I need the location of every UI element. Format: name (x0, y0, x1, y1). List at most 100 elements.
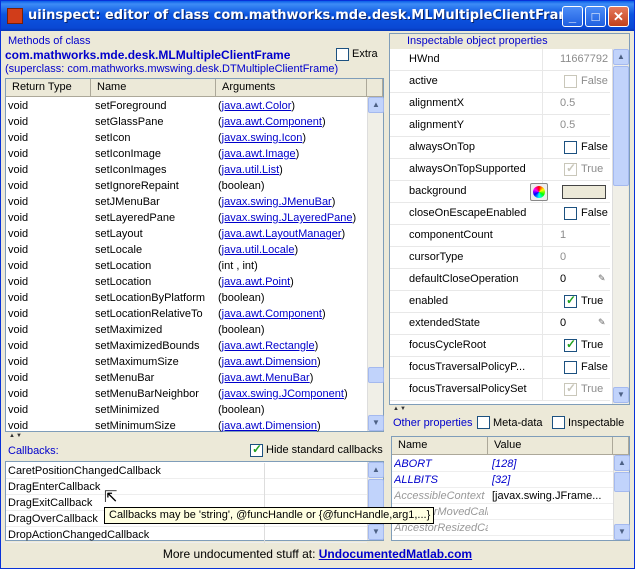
method-row[interactable]: void setMaximumSize (java.awt.Dimension) (6, 354, 367, 370)
col-return-type[interactable]: Return Type (6, 79, 91, 97)
other-prop-row[interactable]: ALLBITS [32] (392, 472, 613, 488)
other-scroll-down-button[interactable]: ▼ (614, 524, 630, 540)
splitter-arrows-icon[interactable]: ▲▼ (9, 433, 23, 439)
method-row[interactable]: void setLocale (java.util.Locale) (6, 242, 367, 258)
arg-type-link[interactable]: java.awt.Color (222, 100, 292, 112)
method-row[interactable]: void setForeground (java.awt.Color) (6, 98, 367, 114)
prop-row-background[interactable]: background (390, 181, 610, 203)
scroll-down-button[interactable]: ▼ (368, 415, 384, 431)
prop-row-focusCycleRoot[interactable]: focusCycleRoot True (390, 335, 610, 357)
method-row[interactable]: void setMinimized (boolean) (6, 402, 367, 418)
other-scroll-thumb[interactable] (614, 472, 630, 492)
method-row[interactable]: void setMenuBarNeighbor (javax.swing.JComp… (6, 386, 367, 402)
prop-checkbox[interactable] (564, 207, 577, 220)
method-row[interactable]: void setLocation (java.awt.Point) (6, 274, 367, 290)
method-row[interactable]: void setLocationRelativeTo (java.awt.Compo… (6, 306, 367, 322)
prop-row-enabled[interactable]: enabled True (390, 291, 610, 313)
arg-type-link[interactable]: java.awt.Dimension (222, 356, 317, 368)
method-row[interactable]: void setIconImage (java.awt.Image) (6, 146, 367, 162)
other-prop-row[interactable]: ABORT [128] (392, 456, 613, 472)
prop-row-alwaysOnTopSupported[interactable]: alwaysOnTopSupported True (390, 159, 610, 181)
callback-value-cell[interactable] (264, 463, 367, 479)
scroll-up-button[interactable]: ▲ (368, 97, 384, 113)
prop-checkbox[interactable] (564, 293, 577, 308)
prop-value[interactable]: 0 (560, 317, 566, 329)
props-scroll-down-button[interactable]: ▼ (613, 387, 629, 403)
prop-row-HWnd[interactable]: HWnd 11667792 (390, 49, 610, 71)
prop-row-focusTraversalPolicySet[interactable]: focusTraversalPolicySet True (390, 379, 610, 401)
callback-value-cell[interactable] (264, 479, 367, 495)
callback-row[interactable]: DragEnterCallback (6, 479, 367, 495)
maximize-button[interactable]: □ (585, 6, 606, 27)
edit-pencil-icon[interactable]: ✎ (598, 317, 606, 328)
other-scroll-up-button[interactable]: ▲ (614, 455, 630, 471)
extra-checkbox[interactable] (336, 48, 349, 61)
method-row[interactable]: void setIcon (javax.swing.Icon) (6, 130, 367, 146)
other-prop-row[interactable]: AccessibleContext [javax.swing.JFrame... (392, 488, 613, 504)
prop-row-alignmentY[interactable]: alignmentY 0.5 (390, 115, 610, 137)
arg-type-link[interactable]: javax.swing.JLayeredPane (222, 212, 353, 224)
prop-row-extendedState[interactable]: extendedState 0 ✎ (390, 313, 610, 335)
arg-type-link[interactable]: java.awt.MenuBar (222, 372, 310, 384)
prop-value[interactable]: 0 (560, 273, 566, 285)
method-row[interactable]: void setIconImages (java.util.List) (6, 162, 367, 178)
arg-type-link[interactable]: java.awt.LayoutManager (222, 228, 342, 240)
method-row[interactable]: void setMinimumSize (java.awt.Dimension) (6, 418, 367, 434)
cb-scroll-thumb[interactable] (368, 479, 384, 509)
method-row[interactable]: void setGlassPane (java.awt.Component) (6, 114, 367, 130)
method-row[interactable]: void setJMenuBar (javax.swing.JMenuBar) (6, 194, 367, 210)
arg-type-link[interactable]: java.awt.Component (222, 116, 322, 128)
color-swatch[interactable] (562, 185, 606, 199)
scroll-thumb[interactable] (368, 367, 384, 383)
hide-standard-callbacks-checkbox[interactable] (250, 442, 263, 457)
prop-row-focusTraversalPolicyP[interactable]: focusTraversalPolicyP... False (390, 357, 610, 379)
method-row[interactable]: void setMaximized (boolean) (6, 322, 367, 338)
prop-row-defaultCloseOperation[interactable]: defaultCloseOperation 0 ✎ (390, 269, 610, 291)
arg-type-link[interactable]: java.awt.Point (222, 276, 290, 288)
minimize-button[interactable]: _ (562, 6, 583, 27)
cb-scroll-down-button[interactable]: ▼ (368, 524, 384, 540)
methods-scrollbar[interactable]: ▲ ▼ (367, 97, 384, 431)
prop-checkbox[interactable] (564, 337, 577, 352)
arg-type-link[interactable]: java.util.List (222, 164, 279, 176)
inspectable-checkbox[interactable] (552, 416, 565, 429)
props-scrollbar[interactable]: ▲ ▼ (612, 49, 629, 404)
method-row[interactable]: void setMenuBar (java.awt.MenuBar) (6, 370, 367, 386)
props-scroll-up-button[interactable]: ▲ (613, 49, 629, 65)
arg-type-link[interactable]: java.awt.Rectangle (222, 340, 315, 352)
arg-type-link[interactable]: java.awt.Component (222, 308, 322, 320)
arg-type-link[interactable]: javax.swing.JComponent (222, 388, 344, 400)
callback-row[interactable]: CaretPositionChangedCallback (6, 463, 367, 479)
title-bar[interactable]: uiinspect: editor of class com.mathworks… (1, 1, 634, 31)
callbacks-scrollbar[interactable]: ▲ ▼ (367, 462, 384, 540)
other-col-name[interactable]: Name (392, 437, 488, 455)
cb-scroll-up-button[interactable]: ▲ (368, 462, 384, 478)
col-arguments[interactable]: Arguments (216, 79, 367, 97)
prop-checkbox[interactable] (564, 141, 577, 154)
prop-row-componentCount[interactable]: componentCount 1 (390, 225, 610, 247)
method-row[interactable]: void setIgnoreRepaint (boolean) (6, 178, 367, 194)
method-row[interactable]: void setLayeredPane (javax.swing.JLayeredP… (6, 210, 367, 226)
col-name[interactable]: Name (91, 79, 216, 97)
prop-row-active[interactable]: active False (390, 71, 610, 93)
prop-checkbox[interactable] (564, 361, 577, 374)
props-scroll-thumb[interactable] (613, 66, 629, 186)
other-col-value[interactable]: Value (488, 437, 613, 455)
props-splitter-arrows-icon[interactable]: ▲▼ (393, 406, 407, 412)
prop-row-alignmentX[interactable]: alignmentX 0.5 (390, 93, 610, 115)
method-row[interactable]: void setLocation (int , int) (6, 258, 367, 274)
close-button[interactable]: ✕ (608, 6, 629, 27)
arg-type-link[interactable]: javax.swing.JMenuBar (222, 196, 332, 208)
metadata-checkbox[interactable] (477, 416, 490, 429)
arg-type-link[interactable]: java.awt.Image (222, 148, 296, 160)
method-row[interactable]: void setLocationByPlatform (boolean) (6, 290, 367, 306)
method-row[interactable]: void setMaximizedBounds (java.awt.Rectangl… (6, 338, 367, 354)
arg-type-link[interactable]: java.util.Locale (222, 244, 295, 256)
undocumented-matlab-link[interactable]: UndocumentedMatlab.com (319, 547, 472, 561)
prop-row-closeOnEscapeEnabled[interactable]: closeOnEscapeEnabled False (390, 203, 610, 225)
prop-row-cursorType[interactable]: cursorType 0 (390, 247, 610, 269)
method-row[interactable]: void setLayout (java.awt.LayoutManager) (6, 226, 367, 242)
prop-row-alwaysOnTop[interactable]: alwaysOnTop False (390, 137, 610, 159)
arg-type-link[interactable]: javax.swing.Icon (222, 132, 303, 144)
callback-value-cell[interactable] (264, 527, 367, 543)
